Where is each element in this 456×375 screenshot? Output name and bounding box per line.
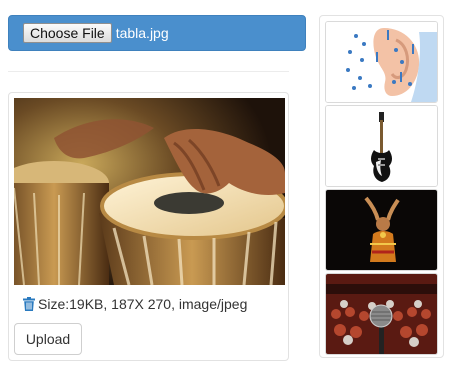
thumbnail-microphone[interactable] [325,273,438,355]
preview-image [14,98,285,285]
choose-file-button[interactable]: Choose File [23,23,112,43]
thumbnail-gallery [319,15,444,358]
file-info-text: Size:19KB, 187X 270, image/jpeg [38,296,248,312]
thumbnail-dancer[interactable] [325,189,438,271]
file-input-bar: Choose File tabla.jpg [8,15,306,51]
selected-file-name: tabla.jpg [115,25,169,41]
trash-icon[interactable] [23,297,35,311]
preview-panel: Size:19KB, 187X 270, image/jpeg Upload [8,92,289,361]
thumbnail-acupuncture[interactable] [325,21,438,103]
file-info: Size:19KB, 187X 270, image/jpeg [23,296,247,312]
thumbnail-guitar[interactable] [325,105,438,187]
divider [8,71,289,72]
upload-button[interactable]: Upload [14,323,82,355]
